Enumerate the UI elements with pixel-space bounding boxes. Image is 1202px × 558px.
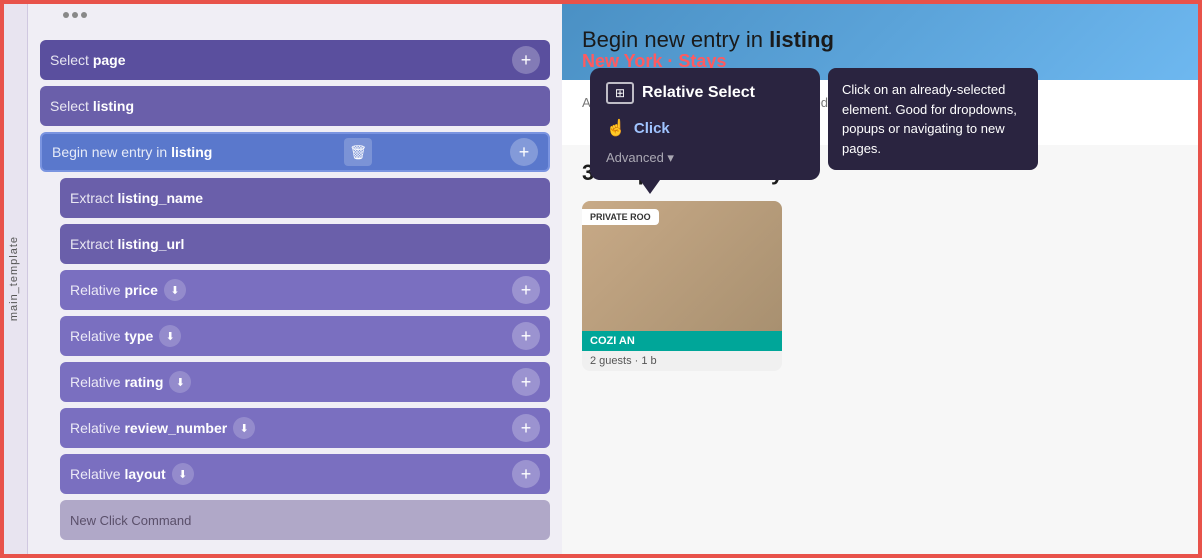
begin-entry-trash-button[interactable]: 🗑	[344, 138, 372, 166]
select-page-label: Select page	[50, 52, 126, 68]
relative-layout-row[interactable]: Relative layout ⬇ +	[60, 454, 550, 494]
dot-1	[63, 12, 69, 18]
tooltip-container: ⊞ Relative Select ☝ Click Advanced ▾ Cli…	[590, 68, 1038, 180]
tooltip-advanced[interactable]: Advanced ▾	[606, 150, 804, 166]
select-page-plus-button[interactable]: +	[512, 46, 540, 74]
begin-entry-row[interactable]: Begin new entry in listing 🗑 +	[40, 132, 550, 172]
tooltip-title-text: Relative Select	[642, 84, 755, 102]
relative-rating-row[interactable]: Relative rating ⬇ +	[60, 362, 550, 402]
relative-type-label: Relative type	[70, 328, 153, 344]
relative-layout-plus-button[interactable]: +	[512, 460, 540, 488]
new-click-label: New Click Command	[70, 513, 191, 528]
tooltip-icon: ⊞	[606, 82, 634, 104]
listing-card-name: COZI AN	[582, 331, 782, 351]
listing-card-detail: 2 guests · 1 b	[582, 351, 782, 371]
sidebar-label-text: main_template	[8, 236, 20, 321]
tooltip-click-label: Click	[634, 120, 670, 137]
extract-listing-url-label: Extract listing_url	[70, 236, 184, 252]
webpage-header-title: Begin new entry in listing	[582, 27, 834, 53]
relative-review-number-download-icon[interactable]: ⬇	[233, 417, 255, 439]
dot-3	[81, 12, 87, 18]
relative-type-row[interactable]: Relative type ⬇ +	[60, 316, 550, 356]
dots-menu[interactable]	[63, 12, 87, 18]
relative-type-plus-button[interactable]: +	[512, 322, 540, 350]
relative-price-label: Relative price	[70, 282, 158, 298]
tooltip-card: ⊞ Relative Select ☝ Click Advanced ▾	[590, 68, 820, 180]
relative-review-number-label: Relative review_number	[70, 420, 227, 436]
relative-layout-label: Relative layout	[70, 466, 166, 482]
relative-price-plus-button[interactable]: +	[512, 276, 540, 304]
relative-price-download-icon[interactable]: ⬇	[164, 279, 186, 301]
relative-type-download-icon[interactable]: ⬇	[159, 325, 181, 347]
listing-card-image: PRIVATE ROO	[582, 201, 782, 331]
listing-cards-container: PRIVATE ROO COZI AN 2 guests · 1 b	[582, 201, 1182, 371]
relative-rating-label: Relative rating	[70, 374, 163, 390]
select-listing-row[interactable]: Select listing	[40, 86, 550, 126]
left-panel: main_template Select page + Select listi…	[0, 0, 562, 558]
click-icon: ☝	[606, 118, 626, 138]
sidebar-label: main_template	[0, 0, 28, 558]
relative-layout-download-icon[interactable]: ⬇	[172, 463, 194, 485]
listing-card: PRIVATE ROO COZI AN 2 guests · 1 b	[582, 201, 782, 371]
relative-review-number-row[interactable]: Relative review_number ⬇ +	[60, 408, 550, 448]
relative-review-number-plus-button[interactable]: +	[512, 414, 540, 442]
extract-listing-name-label: Extract listing_name	[70, 190, 203, 206]
extract-listing-url-row[interactable]: Extract listing_url	[60, 224, 550, 264]
begin-entry-plus-button[interactable]: +	[510, 138, 538, 166]
extract-listing-name-row[interactable]: Extract listing_name	[60, 178, 550, 218]
select-listing-label: Select listing	[50, 98, 134, 114]
begin-entry-label: Begin new entry in listing	[52, 144, 212, 160]
listing-badge: PRIVATE ROO	[582, 209, 659, 225]
relative-rating-plus-button[interactable]: +	[512, 368, 540, 396]
dot-2	[72, 12, 78, 18]
relative-price-row[interactable]: Relative price ⬇ +	[60, 270, 550, 310]
select-page-row[interactable]: Select page +	[40, 40, 550, 80]
relative-rating-download-icon[interactable]: ⬇	[169, 371, 191, 393]
tooltip-click-option[interactable]: ☝ Click	[606, 114, 804, 142]
new-click-command-row[interactable]: New Click Command	[60, 500, 550, 540]
tooltip-title: ⊞ Relative Select	[606, 82, 804, 104]
template-content: Select page + Select listing Begin new e…	[28, 0, 562, 558]
tooltip-description: Click on an already-selected element. Go…	[828, 68, 1038, 170]
top-spacer	[40, 10, 550, 40]
